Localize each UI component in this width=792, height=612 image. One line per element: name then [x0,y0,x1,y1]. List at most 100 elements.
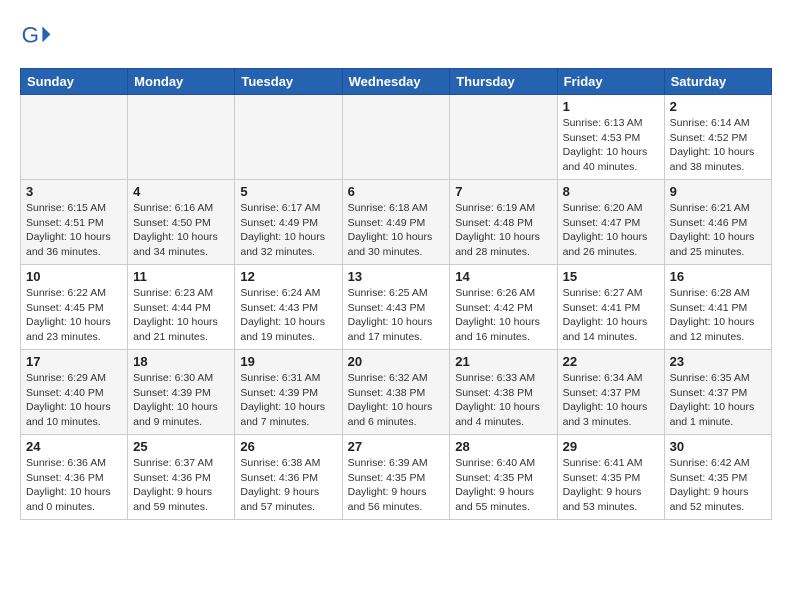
day-of-week-header: Friday [557,69,664,95]
calendar-day-cell: 1Sunrise: 6:13 AM Sunset: 4:53 PM Daylig… [557,95,664,180]
day-of-week-header: Tuesday [235,69,342,95]
day-info: Sunrise: 6:37 AM Sunset: 4:36 PM Dayligh… [133,456,229,515]
day-number: 11 [133,269,229,284]
calendar-day-cell: 23 Sunrise: 6:35 AM Sunset: 4:37 PM Dayli… [664,350,771,435]
calendar-day-cell: 7Sunrise: 6:19 AM Sunset: 4:48 PM Daylig… [450,180,557,265]
day-number: 12 [240,269,336,284]
day-number: 8 [563,184,659,199]
calendar-table: SundayMondayTuesdayWednesdayThursdayFrid… [20,68,772,520]
day-number: 3 [26,184,122,199]
day-info: Sunrise: 6:25 AM Sunset: 4:43 PM Dayligh… [348,286,445,345]
day-info: Sunrise: 6:38 AM Sunset: 4:36 PM Dayligh… [240,456,336,515]
calendar-week-row: 1Sunrise: 6:13 AM Sunset: 4:53 PM Daylig… [21,95,772,180]
day-number: 6 [348,184,445,199]
calendar-day-cell: 3 Sunrise: 6:15 AM Sunset: 4:51 PM Daylig… [21,180,128,265]
day-number: 10 [26,269,122,284]
day-info: Sunrise: 6:34 AM Sunset: 4:37 PM Dayligh… [563,371,659,430]
day-info: Sunrise: 6:30 AM Sunset: 4:39 PM Dayligh… [133,371,229,430]
day-of-week-header: Monday [128,69,235,95]
calendar-week-row: 10 Sunrise: 6:22 AM Sunset: 4:45 PM Dayli… [21,265,772,350]
day-info: Sunrise: 6:29 AM Sunset: 4:40 PM Dayligh… [26,371,122,430]
calendar-day-cell: 2 Sunrise: 6:14 AM Sunset: 4:52 PM Daylig… [664,95,771,180]
day-of-week-header: Thursday [450,69,557,95]
day-info: Sunrise: 6:20 AM Sunset: 4:47 PM Dayligh… [563,201,659,260]
day-info: Sunrise: 6:17 AM Sunset: 4:49 PM Dayligh… [240,201,336,260]
calendar-day-cell: 5 Sunrise: 6:17 AM Sunset: 4:49 PM Daylig… [235,180,342,265]
calendar-week-row: 24 Sunrise: 6:36 AM Sunset: 4:36 PM Dayli… [21,435,772,520]
day-number: 28 [455,439,551,454]
calendar-day-cell [450,95,557,180]
calendar-day-cell: 4 Sunrise: 6:16 AM Sunset: 4:50 PM Daylig… [128,180,235,265]
day-number: 29 [563,439,659,454]
day-number: 24 [26,439,122,454]
day-info: Sunrise: 6:28 AM Sunset: 4:41 PM Dayligh… [670,286,766,345]
day-number: 7 [455,184,551,199]
calendar-day-cell [342,95,450,180]
day-number: 4 [133,184,229,199]
day-number: 27 [348,439,445,454]
day-number: 2 [670,99,766,114]
day-number: 22 [563,354,659,369]
calendar-week-row: 3 Sunrise: 6:15 AM Sunset: 4:51 PM Daylig… [21,180,772,265]
day-info: Sunrise: 6:27 AM Sunset: 4:41 PM Dayligh… [563,286,659,345]
calendar-day-cell: 25 Sunrise: 6:37 AM Sunset: 4:36 PM Dayli… [128,435,235,520]
day-number: 5 [240,184,336,199]
day-info: Sunrise: 6:36 AM Sunset: 4:36 PM Dayligh… [26,456,122,515]
calendar-day-cell: 22 Sunrise: 6:34 AM Sunset: 4:37 PM Dayli… [557,350,664,435]
calendar-day-cell: 26 Sunrise: 6:38 AM Sunset: 4:36 PM Dayli… [235,435,342,520]
calendar-day-cell [128,95,235,180]
day-number: 14 [455,269,551,284]
day-number: 30 [670,439,766,454]
day-number: 9 [670,184,766,199]
day-number: 16 [670,269,766,284]
calendar-day-cell: 8 Sunrise: 6:20 AM Sunset: 4:47 PM Daylig… [557,180,664,265]
day-info: Sunrise: 6:26 AM Sunset: 4:42 PM Dayligh… [455,286,551,345]
calendar-day-cell: 15 Sunrise: 6:27 AM Sunset: 4:41 PM Dayli… [557,265,664,350]
day-info: Sunrise: 6:40 AM Sunset: 4:35 PM Dayligh… [455,456,551,515]
day-info: Sunrise: 6:33 AM Sunset: 4:38 PM Dayligh… [455,371,551,430]
day-info: Sunrise: 6:42 AM Sunset: 4:35 PM Dayligh… [670,456,766,515]
calendar-week-row: 17Sunrise: 6:29 AM Sunset: 4:40 PM Dayli… [21,350,772,435]
calendar-day-cell: 17Sunrise: 6:29 AM Sunset: 4:40 PM Dayli… [21,350,128,435]
day-info: Sunrise: 6:18 AM Sunset: 4:49 PM Dayligh… [348,201,445,260]
day-info: Sunrise: 6:41 AM Sunset: 4:35 PM Dayligh… [563,456,659,515]
day-of-week-header: Saturday [664,69,771,95]
calendar-day-cell: 20Sunrise: 6:32 AM Sunset: 4:38 PM Dayli… [342,350,450,435]
day-number: 23 [670,354,766,369]
day-info: Sunrise: 6:31 AM Sunset: 4:39 PM Dayligh… [240,371,336,430]
calendar-day-cell: 27 Sunrise: 6:39 AM Sunset: 4:35 PM Dayli… [342,435,450,520]
day-number: 15 [563,269,659,284]
calendar-day-cell [21,95,128,180]
day-number: 1 [563,99,659,114]
day-number: 26 [240,439,336,454]
day-number: 21 [455,354,551,369]
calendar-day-cell: 30 Sunrise: 6:42 AM Sunset: 4:35 PM Dayli… [664,435,771,520]
day-of-week-header: Wednesday [342,69,450,95]
calendar-day-cell: 13 Sunrise: 6:25 AM Sunset: 4:43 PM Dayli… [342,265,450,350]
svg-text:G: G [22,22,39,47]
calendar-day-cell: 14 Sunrise: 6:26 AM Sunset: 4:42 PM Dayli… [450,265,557,350]
calendar-day-cell: 29 Sunrise: 6:41 AM Sunset: 4:35 PM Dayli… [557,435,664,520]
calendar-day-cell: 21 Sunrise: 6:33 AM Sunset: 4:38 PM Dayli… [450,350,557,435]
calendar-day-cell: 16 Sunrise: 6:28 AM Sunset: 4:41 PM Dayli… [664,265,771,350]
page-header: G [20,20,772,52]
day-info: Sunrise: 6:22 AM Sunset: 4:45 PM Dayligh… [26,286,122,345]
calendar-day-cell: 18Sunrise: 6:30 AM Sunset: 4:39 PM Dayli… [128,350,235,435]
day-info: Sunrise: 6:14 AM Sunset: 4:52 PM Dayligh… [670,116,766,175]
logo-icon: G [20,20,52,52]
calendar-day-cell: 28 Sunrise: 6:40 AM Sunset: 4:35 PM Dayli… [450,435,557,520]
day-of-week-header: Sunday [21,69,128,95]
day-info: Sunrise: 6:15 AM Sunset: 4:51 PM Dayligh… [26,201,122,260]
calendar-day-cell [235,95,342,180]
day-info: Sunrise: 6:16 AM Sunset: 4:50 PM Dayligh… [133,201,229,260]
calendar-day-cell: 9Sunrise: 6:21 AM Sunset: 4:46 PM Daylig… [664,180,771,265]
calendar-day-cell: 19Sunrise: 6:31 AM Sunset: 4:39 PM Dayli… [235,350,342,435]
day-number: 25 [133,439,229,454]
day-info: Sunrise: 6:23 AM Sunset: 4:44 PM Dayligh… [133,286,229,345]
calendar-day-cell: 12 Sunrise: 6:24 AM Sunset: 4:43 PM Dayli… [235,265,342,350]
day-number: 13 [348,269,445,284]
day-info: Sunrise: 6:39 AM Sunset: 4:35 PM Dayligh… [348,456,445,515]
day-info: Sunrise: 6:35 AM Sunset: 4:37 PM Dayligh… [670,371,766,430]
calendar-day-cell: 10 Sunrise: 6:22 AM Sunset: 4:45 PM Dayli… [21,265,128,350]
day-info: Sunrise: 6:24 AM Sunset: 4:43 PM Dayligh… [240,286,336,345]
